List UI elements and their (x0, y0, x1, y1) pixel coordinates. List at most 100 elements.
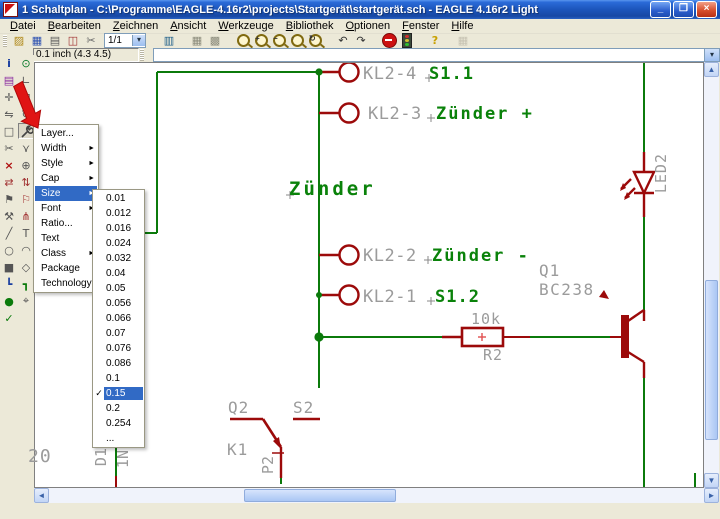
change-menu-item-ratio[interactable]: Ratio... (35, 216, 97, 231)
junction-tool-button[interactable]: ● (1, 293, 17, 309)
grid-display-button[interactable]: ▦ (454, 34, 472, 48)
change-menu-item-width[interactable]: Width► (35, 141, 97, 156)
change-menu-item-class[interactable]: Class► (35, 246, 97, 261)
horizontal-scrollbar[interactable]: ◄ ► (34, 488, 719, 503)
erc-tool-button[interactable]: ✓ (1, 310, 17, 326)
menu-werkzeuge[interactable]: Werkzeuge (212, 20, 279, 32)
scroll-left-button[interactable]: ◄ (34, 488, 49, 503)
title-bar[interactable]: 1 Schaltplan - C:\Programme\EAGLE-4.16r2… (0, 0, 720, 19)
net-tool-button[interactable]: ┓ (18, 276, 34, 292)
zoom-redraw-button[interactable]: ↻ (306, 34, 324, 48)
grid-table-button[interactable]: ▦ (188, 34, 206, 48)
cut-tool-button[interactable]: ✂ (1, 140, 17, 156)
change-menu-item-cap[interactable]: Cap► (35, 171, 97, 186)
size-option-...[interactable]: ... (94, 431, 143, 446)
copy-tool-button[interactable]: ⊞ (18, 89, 34, 105)
command-dropdown-icon[interactable]: ▾ (704, 49, 719, 61)
size-option-0.086[interactable]: 0.086 (94, 356, 143, 371)
zoom-select-button[interactable]: ▫ (288, 34, 306, 48)
label-tool-button[interactable]: ⌖ (18, 293, 34, 309)
commandbar-grip[interactable] (140, 49, 144, 61)
sheet-combo[interactable]: 1/1▾ (104, 33, 146, 48)
scroll-down-button[interactable]: ▼ (704, 473, 719, 488)
grid-table2-button[interactable]: ▩ (206, 34, 224, 48)
scroll-up-button[interactable]: ▲ (704, 62, 719, 77)
size-option-0.15[interactable]: ✓0.15 (94, 386, 143, 401)
menu-ansicht[interactable]: Ansicht (164, 20, 212, 32)
redo-button[interactable]: ↷ (352, 34, 370, 48)
change-menu-item-size[interactable]: Size► (35, 186, 97, 201)
stop-button[interactable] (380, 34, 398, 48)
change-menu-item-font[interactable]: Font► (35, 201, 97, 216)
toolbar-grip[interactable] (3, 35, 7, 47)
cam-processor-button[interactable]: ◫ (64, 34, 82, 48)
size-option-0.024[interactable]: 0.024 (94, 236, 143, 251)
delete-tool-button[interactable]: × (1, 157, 17, 173)
menu-zeichnen[interactable]: Zeichnen (107, 20, 164, 32)
group-tool-button[interactable]: □ (1, 123, 17, 139)
pinswap-tool-button[interactable]: ⇄ (1, 174, 17, 190)
size-option-0.01[interactable]: 0.01 (94, 191, 143, 206)
change-menu-item-layer[interactable]: Layer... (35, 126, 97, 141)
gateswap-tool-button[interactable]: ⇅ (18, 174, 34, 190)
add-tool-button[interactable]: ⊕ (18, 157, 34, 173)
size-option-0.066[interactable]: 0.066 (94, 311, 143, 326)
value-tool-button[interactable]: ⚐ (18, 191, 34, 207)
size-option-0.05[interactable]: 0.05 (94, 281, 143, 296)
minimize-button[interactable]: _ (650, 1, 671, 18)
menu-datei[interactable]: Datei (4, 20, 42, 32)
text-tool-button[interactable]: T (18, 225, 34, 241)
menu-hilfe[interactable]: Hilfe (445, 20, 479, 32)
print-button[interactable]: ▤ (46, 34, 64, 48)
size-option-0.012[interactable]: 0.012 (94, 206, 143, 221)
menu-fenster[interactable]: Fenster (396, 20, 445, 32)
smash-tool-button[interactable]: ⚒ (1, 208, 17, 224)
move-tool-button[interactable]: ✛ (1, 89, 17, 105)
circle-tool-button[interactable]: ○ (1, 242, 17, 258)
help-button[interactable]: ? (426, 34, 444, 48)
show-tool-button[interactable]: ⊙ (18, 55, 34, 71)
size-option-0.1[interactable]: 0.1 (94, 371, 143, 386)
size-option-0.056[interactable]: 0.056 (94, 296, 143, 311)
menu-bibliothek[interactable]: Bibliothek (280, 20, 340, 32)
wire-tool-button[interactable]: ╱ (1, 225, 17, 241)
change-menu-item-style[interactable]: Style► (35, 156, 97, 171)
size-option-0.016[interactable]: 0.016 (94, 221, 143, 236)
info-tool-button[interactable]: i (1, 55, 17, 71)
size-option-0.254[interactable]: 0.254 (94, 416, 143, 431)
vertical-scroll-thumb[interactable] (705, 280, 718, 440)
size-option-0.2[interactable]: 0.2 (94, 401, 143, 416)
zoom-in-button[interactable]: + (252, 34, 270, 48)
use-library-button[interactable]: ▥ (160, 34, 178, 48)
display-tool-button[interactable]: ▤ (1, 72, 17, 88)
erc-trafficlight-button[interactable] (398, 34, 416, 48)
rotate-tool-button[interactable]: ↻ (18, 106, 34, 122)
open-board-button[interactable]: ✂ (82, 34, 100, 48)
rect-tool-button[interactable]: ■ (1, 259, 17, 275)
arc-tool-button[interactable]: ◠ (18, 242, 34, 258)
mark-tool-button[interactable]: ∟ (18, 72, 34, 88)
close-button[interactable]: × (696, 1, 717, 18)
restore-button[interactable]: ❐ (673, 1, 694, 18)
size-option-0.07[interactable]: 0.07 (94, 326, 143, 341)
paste-tool-button[interactable]: ⋎ (18, 140, 34, 156)
zoom-out-button[interactable]: − (270, 34, 288, 48)
split-tool-button[interactable]: ⋔ (18, 208, 34, 224)
open-button[interactable]: ▨ (10, 34, 28, 48)
bus-tool-button[interactable]: ┗ (1, 276, 17, 292)
undo-button[interactable]: ↶ (334, 34, 352, 48)
change-menu-item-text[interactable]: Text (35, 231, 97, 246)
change-tool-button[interactable] (18, 123, 34, 139)
menu-optionen[interactable]: Optionen (339, 20, 396, 32)
polygon-tool-button[interactable]: ◇ (18, 259, 34, 275)
change-menu-item-technology[interactable]: Technology (35, 276, 97, 291)
vertical-scrollbar[interactable]: ▲ ▼ (704, 62, 719, 488)
scroll-right-button[interactable]: ► (704, 488, 719, 503)
name-tool-button[interactable]: ⚑ (1, 191, 17, 207)
horizontal-scroll-thumb[interactable] (244, 489, 396, 502)
command-input[interactable] (154, 49, 704, 61)
menu-bearbeiten[interactable]: Bearbeiten (42, 20, 107, 32)
mirror-tool-button[interactable]: ⇋ (1, 106, 17, 122)
size-option-0.04[interactable]: 0.04 (94, 266, 143, 281)
change-menu-item-package[interactable]: Package (35, 261, 97, 276)
